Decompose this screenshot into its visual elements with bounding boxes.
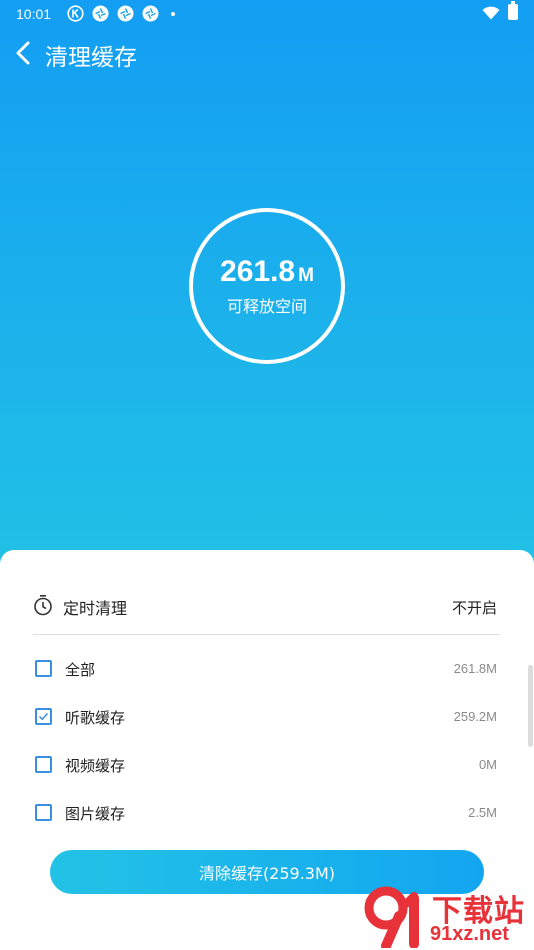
back-button[interactable] (14, 40, 32, 66)
cache-item-size: 259.2M (453, 709, 497, 724)
free-space-ring: 261.8 M 可释放空间 (189, 208, 345, 364)
aperture-icon (117, 5, 134, 22)
free-space-value: 261.8 M (220, 255, 314, 289)
site-logo-icon (364, 886, 419, 948)
divider (33, 634, 500, 635)
status-bar: 10:01 (0, 0, 534, 28)
status-overflow-dot (171, 12, 175, 16)
scheduled-clean-row[interactable]: 定时清理 不开启 (33, 586, 500, 626)
checkbox-video[interactable] (35, 756, 52, 773)
cache-item-label: 图片缓存 (65, 805, 126, 823)
app-bar: 清理缓存 (0, 30, 534, 76)
scheduled-clean-value: 不开启 (451, 599, 497, 617)
free-space-number: 261.8 (220, 255, 296, 288)
k-circle-icon (67, 5, 84, 22)
cache-item-image[interactable]: 图片缓存 2.5M (33, 795, 500, 831)
checkbox-all[interactable] (35, 660, 52, 677)
cache-item-music[interactable]: 听歌缓存 259.2M (33, 699, 500, 735)
page-title: 清理缓存 (45, 45, 137, 71)
cache-item-size: 261.8M (453, 661, 497, 676)
scrollbar-thumb[interactable] (528, 665, 533, 747)
checkbox-music[interactable] (35, 708, 52, 725)
cache-item-size: 2.5M (468, 805, 497, 820)
aperture-icon (142, 5, 159, 22)
clock-icon (34, 595, 52, 616)
checkbox-image[interactable] (35, 804, 52, 821)
free-space-label: 可释放空间 (226, 297, 307, 316)
site-watermark: 下载站 91xz.net (362, 884, 534, 950)
cache-item-size: 0M (478, 757, 497, 772)
cache-item-all[interactable]: 全部 261.8M (33, 651, 500, 687)
scheduled-clean-label: 定时清理 (63, 599, 128, 618)
wifi-icon (482, 6, 500, 20)
cache-item-label: 听歌缓存 (65, 709, 126, 727)
cache-item-label: 全部 (65, 661, 96, 679)
cache-item-label: 视频缓存 (65, 757, 126, 775)
aperture-icon (92, 5, 109, 22)
battery-charging-icon (508, 1, 518, 20)
free-space-unit: M (298, 265, 314, 286)
check-icon (38, 712, 49, 721)
cache-item-video[interactable]: 视频缓存 0M (33, 747, 500, 783)
status-time: 10:01 (16, 6, 52, 22)
watermark-url: 91xz.net (430, 923, 509, 945)
